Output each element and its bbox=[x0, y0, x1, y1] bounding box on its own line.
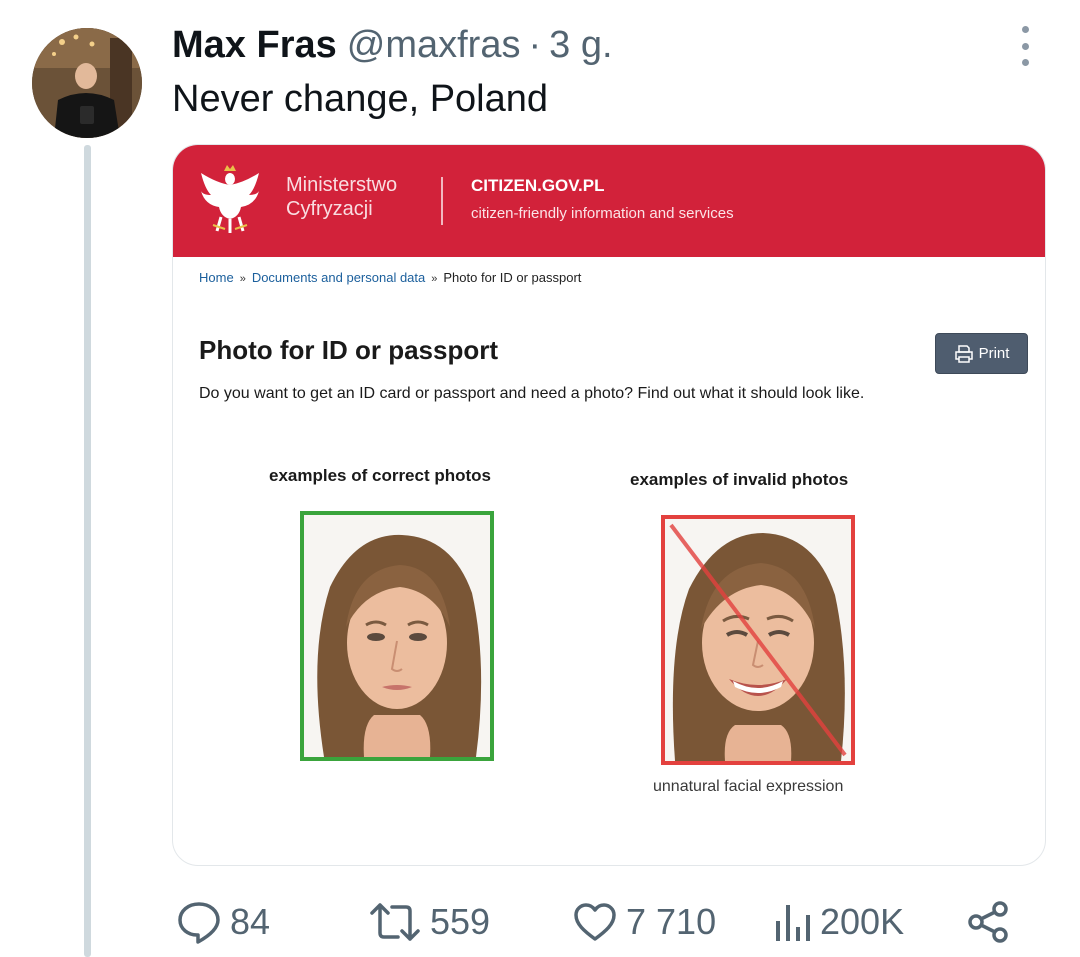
retweet-count: 559 bbox=[430, 901, 491, 942]
invalid-photo-caption: unnatural facial expression bbox=[653, 778, 844, 795]
reply-button[interactable]: 84 bbox=[176, 898, 270, 946]
tweet-header: Max Fras @maxfras · 3 g. bbox=[172, 24, 613, 70]
views-icon bbox=[776, 905, 810, 941]
media-card[interactable]: Ministerstwo Cyfryzacji CITIZEN.GOV.PL c… bbox=[172, 144, 1046, 866]
retweet-icon bbox=[370, 903, 420, 941]
portrait-smiling bbox=[665, 519, 851, 761]
eagle-emblem-icon bbox=[201, 165, 259, 233]
like-button[interactable]: 7 710 bbox=[572, 898, 716, 946]
share-button[interactable] bbox=[966, 898, 1012, 946]
author-handle[interactable]: @maxfras bbox=[347, 24, 521, 67]
site-name: CITIZEN.GOV.PL bbox=[471, 176, 605, 195]
correct-photo bbox=[300, 511, 494, 761]
ministry-name: Ministerstwo Cyfryzacji bbox=[286, 173, 397, 221]
invalid-examples-heading: examples of invalid photos bbox=[630, 470, 849, 489]
header-divider bbox=[441, 177, 443, 225]
tweet-text: Never change, Poland bbox=[172, 78, 549, 120]
more-options-icon[interactable] bbox=[1010, 26, 1040, 66]
avatar[interactable] bbox=[32, 28, 142, 138]
ministry-line1: Ministerstwo bbox=[286, 174, 398, 196]
avatar-image bbox=[32, 28, 142, 138]
views-button[interactable]: 200K bbox=[772, 898, 904, 946]
views-count: 200K bbox=[820, 901, 905, 942]
ministry-line2: Cyfryzacji bbox=[286, 198, 373, 220]
breadcrumb-section: Documents and personal data bbox=[251, 270, 426, 285]
site-tagline: citizen-friendly information and service… bbox=[471, 205, 734, 222]
reply-icon bbox=[178, 902, 220, 944]
portrait-neutral bbox=[304, 515, 490, 757]
breadcrumb-current: Photo for ID or passport bbox=[443, 270, 582, 285]
invalid-photo bbox=[661, 515, 855, 765]
like-icon bbox=[574, 903, 616, 941]
intro-text: Do you want to get an ID card or passpor… bbox=[199, 385, 865, 402]
retweet-button[interactable]: 559 bbox=[368, 898, 490, 946]
breadcrumb-separator: » bbox=[431, 273, 438, 285]
header-separator: · bbox=[528, 24, 542, 66]
gov-header-bar: Ministerstwo Cyfryzacji CITIZEN.GOV.PL c… bbox=[173, 145, 1045, 257]
author-name[interactable]: Max Fras bbox=[172, 24, 337, 67]
tweet-time[interactable]: 3 g. bbox=[549, 24, 612, 67]
thread-line bbox=[84, 145, 91, 957]
correct-examples-heading: examples of correct photos bbox=[269, 466, 492, 485]
share-icon bbox=[968, 901, 1008, 943]
like-count: 7 710 bbox=[626, 901, 717, 942]
reply-count: 84 bbox=[230, 901, 271, 942]
breadcrumb-home: Home bbox=[199, 270, 234, 285]
breadcrumb-separator: » bbox=[239, 273, 246, 285]
print-button: Print bbox=[935, 333, 1028, 374]
breadcrumb: Home » Documents and personal data » Photo f… bbox=[199, 270, 581, 285]
page-title: Photo for ID or passport bbox=[199, 335, 498, 365]
print-label: Print bbox=[978, 345, 1010, 362]
print-icon bbox=[954, 344, 973, 363]
